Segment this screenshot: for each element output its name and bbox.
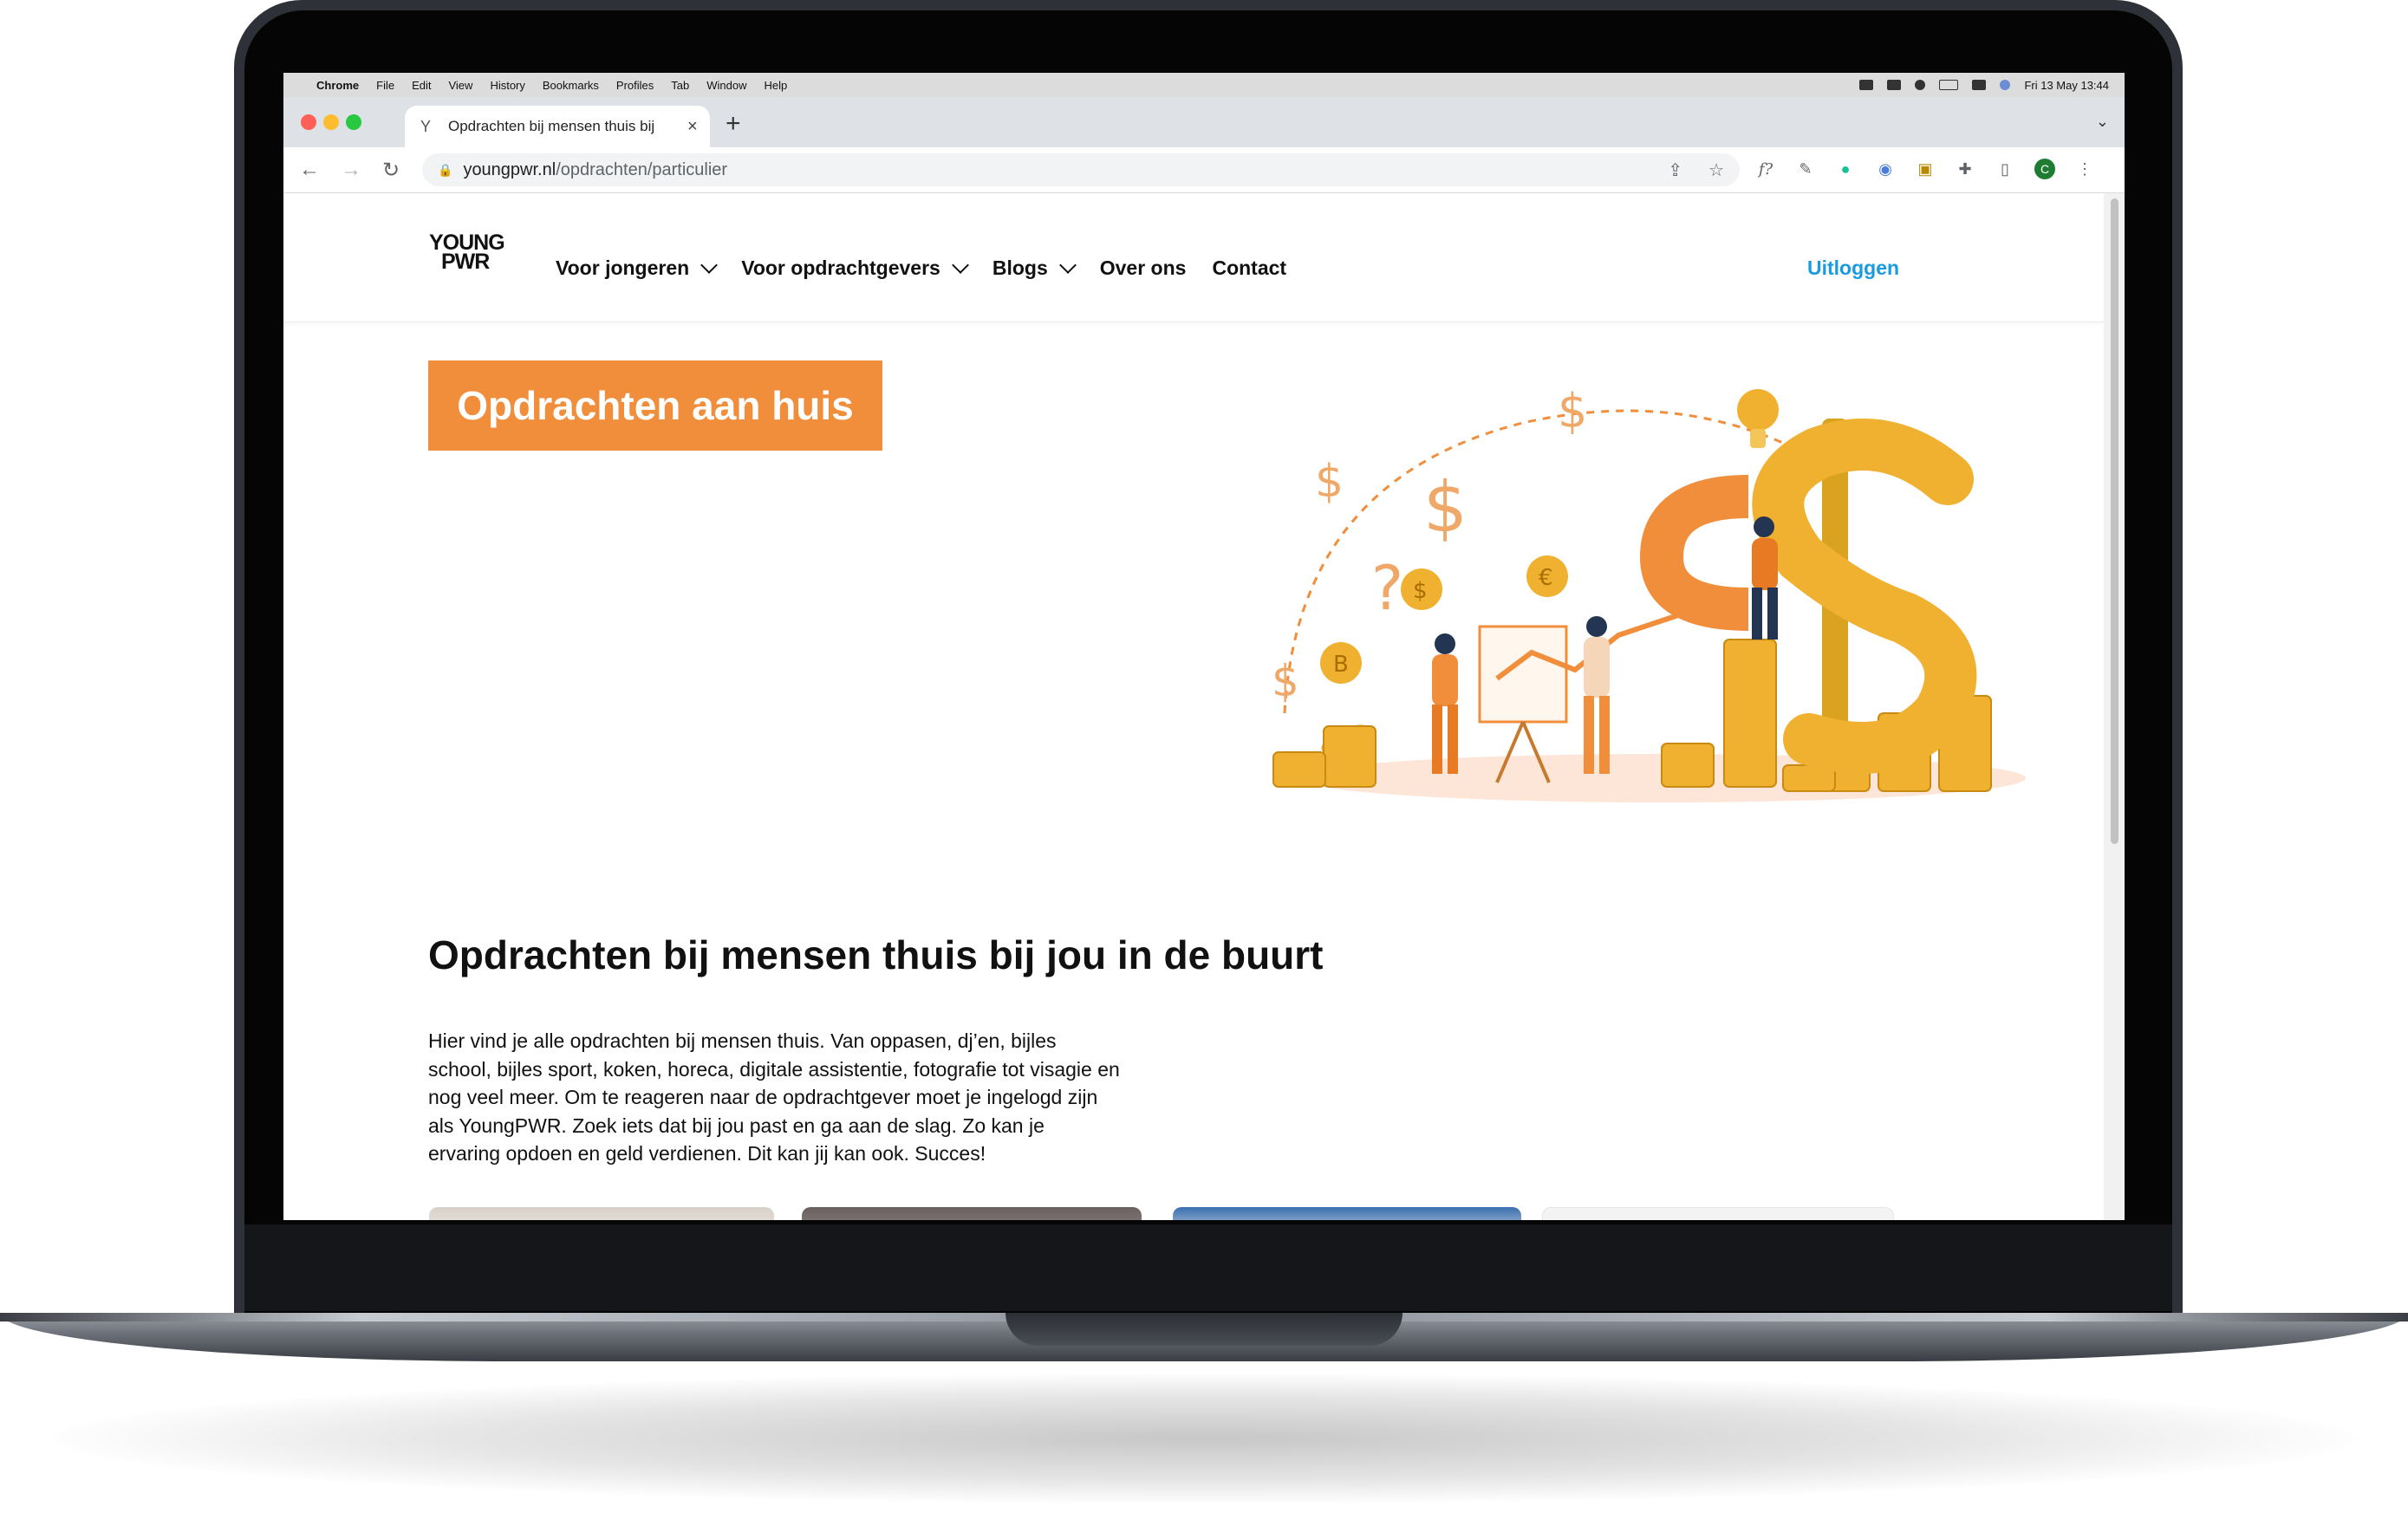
status-icon-2[interactable] [1887, 80, 1902, 90]
lock-icon[interactable]: 🔒 [438, 163, 452, 178]
minimize-window-button[interactable] [323, 114, 339, 130]
profile-avatar[interactable]: C [2034, 159, 2055, 179]
svg-text:$: $ [1558, 384, 1587, 438]
status-area: Fri 13 May 13:44 [1859, 79, 2109, 92]
clock[interactable]: Fri 13 May 13:44 [2024, 79, 2109, 92]
svg-text:?: ? [1371, 553, 1403, 624]
opdrachten-aan-huis-button[interactable]: Opdrachten aan huis [428, 360, 882, 451]
main-nav: Voor jongeren Voor opdrachtgevers Blogs … [556, 256, 1286, 280]
opdracht-card-3[interactable] [1173, 1207, 1521, 1220]
page-heading: Opdrachten bij mensen thuis bij jou in d… [428, 932, 1324, 977]
laptop-notch [1006, 1313, 1402, 1346]
chevron-down-icon [951, 256, 969, 274]
menu-view[interactable]: View [448, 79, 472, 92]
address-bar[interactable]: 🔒 youngpwr.nl/opdrachten/particulier ⇪ ☆ [422, 153, 1740, 186]
extension-icon-4[interactable]: ◉ [1875, 159, 1896, 179]
menu-app-name[interactable]: Chrome [316, 79, 359, 92]
screen-chin [244, 1224, 2172, 1311]
screen: Chrome File Edit View History Bookmarks … [283, 73, 2125, 1220]
menu-tab[interactable]: Tab [671, 79, 689, 92]
svg-text:$: $ [1272, 656, 1299, 706]
page-scrollbar[interactable] [2104, 193, 2125, 1220]
magnet-icon [1639, 475, 1749, 631]
bookmark-star-icon[interactable]: ☆ [1708, 159, 1724, 181]
large-dollar-sign-icon [1752, 419, 1977, 774]
opdracht-card-4[interactable] [1542, 1207, 1894, 1220]
grammarly-extension-icon[interactable]: ● [1835, 159, 1856, 179]
tab-strip: Y Opdrachten bij mensen thuis bij × + ⌄ [283, 97, 2125, 147]
battery-icon[interactable] [1939, 80, 1959, 90]
formula-extension-icon[interactable]: f? [1755, 159, 1776, 179]
nav-over-ons[interactable]: Over ons [1100, 256, 1187, 280]
zoom-window-button[interactable] [346, 114, 361, 130]
chevron-down-icon [1058, 256, 1077, 274]
forward-icon[interactable]: → [341, 158, 361, 182]
siri-icon[interactable] [2000, 80, 2011, 90]
svg-text:$: $ [1413, 578, 1428, 604]
hero-illustration: $ $ $ $ ? $ € B [1272, 384, 2026, 802]
nav-blogs[interactable]: Blogs [992, 256, 1077, 280]
reload-icon[interactable]: ↻ [382, 158, 400, 183]
youngpwr-logo[interactable]: YOUNG PWR [429, 232, 505, 274]
opdracht-card-1[interactable] [429, 1207, 774, 1220]
opdracht-card-2[interactable] [802, 1207, 1142, 1220]
svg-text:$: $ [1423, 467, 1468, 548]
side-panel-icon[interactable]: ▯ [1995, 159, 2015, 179]
menu-help[interactable]: Help [765, 79, 788, 92]
tab-title: Opdrachten bij mensen thuis bij [448, 118, 655, 134]
site-favicon-icon: Y [420, 117, 432, 135]
logo-line-2: PWR [441, 250, 490, 274]
close-window-button[interactable] [301, 114, 316, 130]
menu-profiles[interactable]: Profiles [616, 79, 654, 92]
tab-search-chevron-icon[interactable]: ⌄ [2096, 113, 2109, 131]
menu-file[interactable]: File [376, 79, 394, 92]
back-icon[interactable]: ← [299, 158, 320, 182]
browser-menu-icon[interactable]: ⋮ [2074, 159, 2095, 179]
chevron-down-icon [700, 256, 719, 274]
svg-text:€: € [1539, 565, 1553, 591]
browser-tab[interactable]: Y Opdrachten bij mensen thuis bij × [405, 106, 710, 147]
extensions-puzzle-icon[interactable]: ✚ [1955, 159, 1975, 179]
mac-menu-bar: Chrome File Edit View History Bookmarks … [283, 73, 2125, 97]
lightbulb-icon [1737, 389, 1779, 448]
menu-bookmarks[interactable]: Bookmarks [543, 79, 599, 92]
logout-link[interactable]: Uitloggen [1807, 256, 1899, 280]
nav-contact[interactable]: Contact [1212, 256, 1286, 280]
url-text[interactable]: youngpwr.nl/opdrachten/particulier [463, 160, 727, 180]
menu-window[interactable]: Window [706, 79, 746, 92]
svg-text:$: $ [1315, 456, 1344, 508]
menu-history[interactable]: History [490, 79, 524, 92]
extension-icon-5[interactable]: ▣ [1915, 159, 1936, 179]
intro-paragraph: Hier vind je alle opdrachten bij mensen … [428, 1029, 1120, 1165]
laptop-shadow [52, 1373, 2358, 1503]
svg-text:B: B [1333, 652, 1349, 678]
site-header: YOUNG PWR Voor jongeren Voor opdrachtgev… [283, 193, 2104, 322]
scrollbar-thumb[interactable] [2111, 198, 2118, 844]
web-page: YOUNG PWR Voor jongeren Voor opdrachtgev… [283, 193, 2104, 1220]
close-tab-icon[interactable]: × [687, 117, 698, 137]
share-icon[interactable]: ⇪ [1668, 159, 1682, 181]
control-center-icon[interactable] [1972, 80, 1987, 90]
new-tab-icon[interactable]: + [726, 109, 741, 139]
nav-voor-opdrachtgevers[interactable]: Voor opdrachtgevers [741, 256, 969, 280]
menu-edit[interactable]: Edit [412, 79, 431, 92]
browser-toolbar: ← → ↻ 🔒 youngpwr.nl/opdrachten/particuli… [283, 147, 2125, 193]
status-icon-3[interactable] [1915, 80, 1926, 90]
status-icon-1[interactable] [1859, 80, 1874, 90]
eyedropper-extension-icon[interactable]: ✎ [1795, 159, 1816, 179]
nav-voor-jongeren[interactable]: Voor jongeren [556, 256, 719, 280]
